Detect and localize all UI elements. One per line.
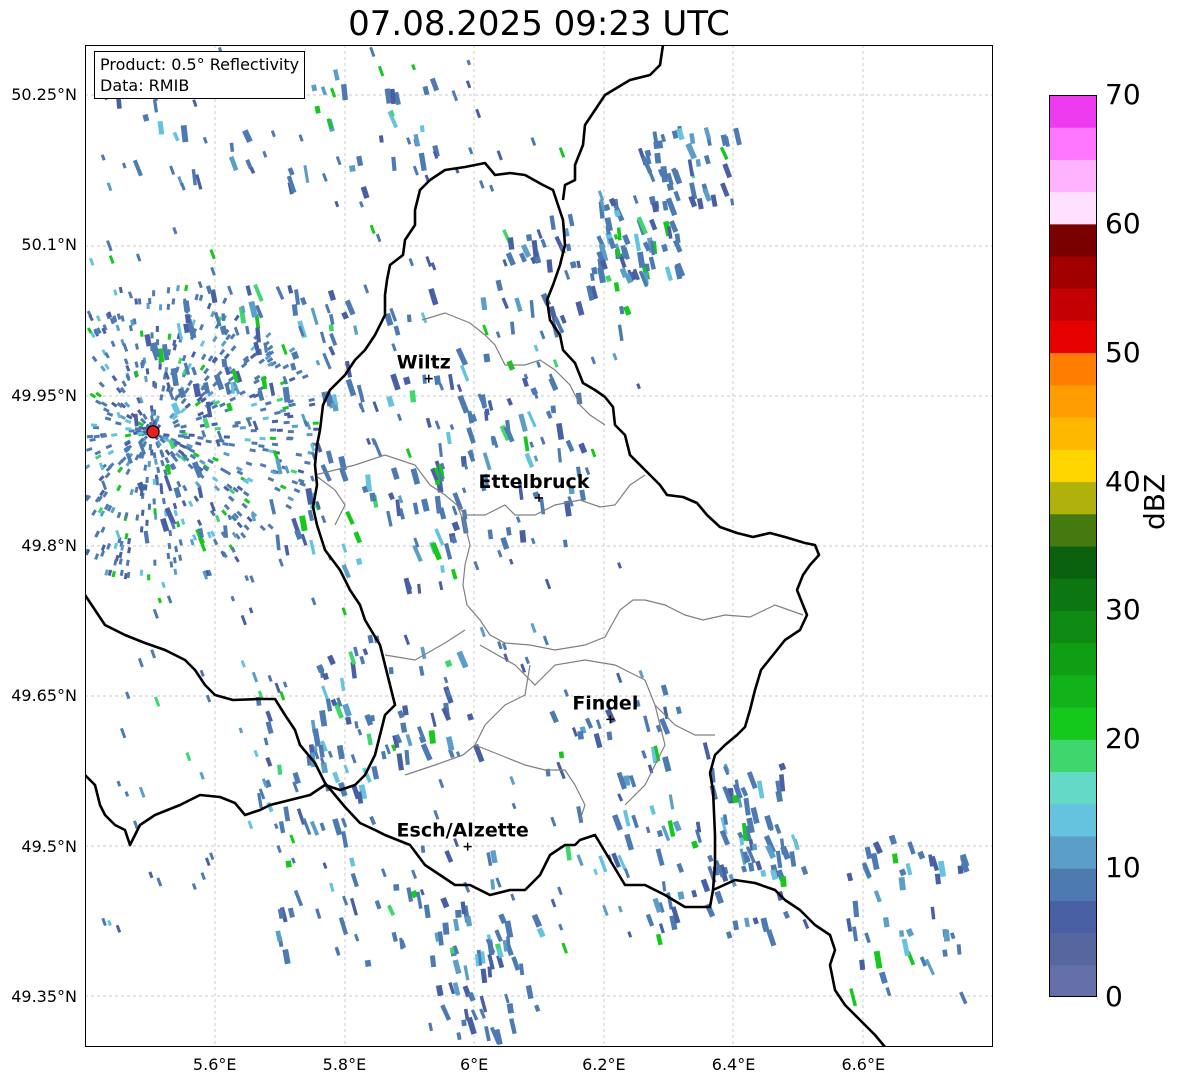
colorbar-tick-label: 30 — [1105, 593, 1141, 627]
lat-tick-label: 49.95°N — [11, 385, 77, 405]
lon-tick-label: 6.4°E — [711, 1055, 756, 1074]
colorbar-segment — [1049, 513, 1097, 547]
colorbar-segment — [1049, 546, 1097, 579]
lat-tick-label: 49.8°N — [21, 536, 77, 555]
colorbar-segment — [1049, 900, 1097, 934]
colorbar-tick-label: 70 — [1105, 78, 1141, 111]
colorbar-segment — [1049, 95, 1097, 128]
colorbar-segment — [1049, 964, 1097, 997]
colorbar-tick-label: 0 — [1105, 980, 1123, 1013]
colorbar-tick-label: 10 — [1105, 851, 1141, 885]
colorbar-segment — [1049, 320, 1097, 354]
lon-tick-label: 5.6°E — [192, 1055, 237, 1074]
colorbar-segment — [1049, 610, 1097, 644]
data-source-text: Data: RMIB — [100, 76, 190, 95]
map-title: 07.08.2025 09:23 UTC — [348, 4, 730, 44]
colorbar-label: dBZ — [1138, 473, 1171, 530]
colorbar-segment — [1049, 417, 1097, 450]
radar-map: Wiltz Ettelbruck Findel Esch/Alzette — [85, 45, 993, 1047]
colorbar-segment — [1049, 449, 1097, 483]
colorbar-segment — [1049, 771, 1097, 805]
colorbar-segment — [1049, 868, 1097, 901]
lat-tick-label: 49.35°N — [11, 986, 77, 1006]
radar-site-marker — [146, 425, 160, 439]
colorbar-segment — [1049, 223, 1097, 257]
dbz-colorbar — [1049, 95, 1097, 997]
colorbar-segment — [1049, 707, 1097, 740]
colorbar-segment — [1049, 674, 1097, 708]
lat-tick-label: 50.25°N — [11, 85, 77, 105]
colorbar-tick-label: 50 — [1105, 335, 1141, 369]
info-box: Product: 0.5° Reflectivity Data: RMIB — [94, 51, 306, 99]
city-label: Wiltz — [397, 352, 451, 374]
colorbar-segment — [1049, 739, 1097, 772]
colorbar-segment — [1049, 352, 1097, 386]
colorbar-segment — [1049, 127, 1097, 160]
city-label: Findel — [572, 692, 638, 714]
product-text: Product: 0.5° Reflectivity — [100, 55, 300, 74]
lon-tick-label: 6°E — [459, 1055, 489, 1074]
colorbar-segment — [1049, 288, 1097, 321]
colorbar-segment — [1049, 481, 1097, 515]
lat-tick-label: 49.65°N — [11, 686, 77, 706]
lon-tick-label: 6.2°E — [582, 1055, 626, 1074]
city-label: Ettelbruck — [479, 471, 590, 493]
colorbar-tick-label: 60 — [1105, 206, 1141, 240]
colorbar-segment — [1049, 803, 1097, 837]
colorbar-tick-label: 20 — [1105, 722, 1141, 756]
lat-tick-label: 49.5°N — [21, 836, 77, 856]
colorbar-segment — [1049, 191, 1097, 225]
colorbar-segment — [1049, 256, 1097, 289]
lon-tick-label: 5.8°E — [322, 1055, 367, 1074]
colorbar-segment — [1049, 932, 1097, 966]
city-label: Esch/Alzette — [397, 820, 529, 842]
colorbar-segment — [1049, 835, 1097, 869]
lat-tick-label: 50.1°N — [21, 235, 77, 255]
colorbar-segment — [1049, 642, 1097, 676]
colorbar-segment — [1049, 578, 1097, 611]
lon-tick-label: 6.6°E — [841, 1055, 886, 1074]
colorbar-tick-label: 40 — [1105, 464, 1141, 498]
colorbar-segment — [1049, 159, 1097, 193]
colorbar-segment — [1049, 384, 1097, 418]
